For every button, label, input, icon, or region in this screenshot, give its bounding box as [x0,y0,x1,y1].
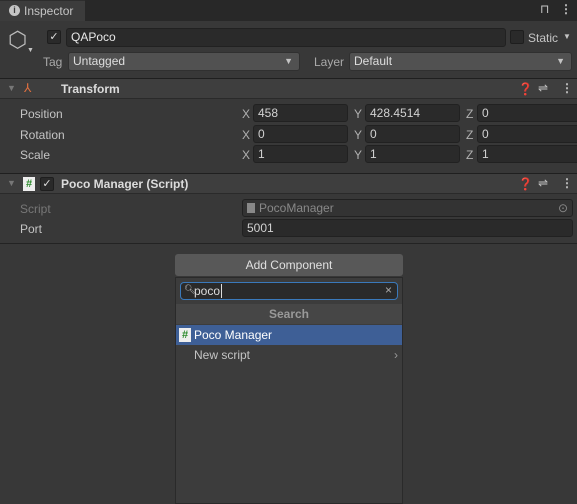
axis-label-x[interactable]: X [242,148,250,162]
x-field[interactable]: 1 [253,145,348,163]
more-menu-icon[interactable]: ⋮ [561,176,573,190]
tag-label: Tag [43,55,63,69]
add-component-popup: 🔍︎ poco × Search # Poco Manager New scri… [175,277,403,504]
object-picker-icon[interactable]: ⊙ [558,200,568,216]
list-item-poco-manager[interactable]: # Poco Manager [176,325,402,345]
item-label: New script [194,348,251,362]
lock-icon[interactable]: ⊓ [540,2,549,16]
axis-label-z[interactable]: Z [466,128,473,142]
active-checkbox[interactable]: ✓ [47,30,61,44]
axis-label-y[interactable]: Y [354,128,362,142]
component-title: Poco Manager (Script) [61,177,189,191]
layer-dropdown[interactable]: Default ▼ [349,52,572,71]
chevron-right-icon: › [394,348,398,362]
transform-row-label: Position [20,107,63,121]
script-file-icon [247,203,255,213]
axis-label-y[interactable]: Y [354,148,362,162]
port-label: Port [20,222,43,236]
add-component-label: Add Component [245,258,333,272]
object-name-input[interactable]: QAPoco [66,28,506,47]
search-value: poco [194,284,223,298]
component-search-input[interactable]: 🔍︎ poco × [180,282,398,300]
transform-header[interactable]: ▼ ⅄ Transform ❓ ⇌ ⋮ [0,78,577,99]
script-value: PocoManager [259,201,334,215]
x-field[interactable]: 0 [253,125,348,143]
y-field[interactable]: 428.4514 [365,104,460,122]
poco-manager-header[interactable]: ▼ # ✓ Poco Manager (Script) ❓ ⇌ ⋮ [0,173,577,194]
transform-icon: ⅄ [24,81,32,95]
transform-row-label: Rotation [20,128,65,142]
more-menu-icon[interactable]: ⋮ [561,81,573,95]
presets-icon[interactable]: ⇌ [538,176,548,190]
tag-dropdown[interactable]: Untagged ▼ [68,52,300,71]
transform-title: Transform [61,82,120,96]
foldout-arrow-icon[interactable]: ▼ [7,178,16,188]
x-field[interactable]: 458 [253,104,348,122]
script-hash-icon: # [23,177,35,191]
section-title: Search [268,307,310,321]
item-label: Poco Manager [194,328,273,342]
chevron-down-icon: ▼ [556,56,565,66]
more-menu-icon[interactable]: ⋮ [560,2,572,16]
gameobject-cube-icon[interactable]: ⬡ [8,27,27,53]
presets-icon[interactable]: ⇌ [538,81,548,95]
port-input[interactable]: 5001 [242,219,573,237]
info-icon: i [9,5,20,16]
axis-label-z[interactable]: Z [466,107,473,121]
script-field: PocoManager ⊙ [242,199,573,217]
add-component-button[interactable]: Add Component [175,254,403,276]
static-label[interactable]: Static [528,31,558,45]
component-enabled-checkbox[interactable]: ✓ [40,177,54,191]
tab-inspector[interactable]: i Inspector [0,0,85,21]
script-hash-icon: # [179,328,191,342]
layer-label: Layer [314,55,345,69]
z-field[interactable]: 0 [477,104,577,122]
tab-bar [0,0,577,21]
clear-search-icon[interactable]: × [385,283,392,297]
list-item-new-script[interactable]: New script › [176,345,402,365]
icon-dropdown-arrow[interactable]: ▼ [27,47,34,54]
static-checkbox[interactable] [510,30,524,44]
axis-label-y[interactable]: Y [354,107,362,121]
static-dropdown-arrow[interactable]: ▼ [563,32,571,41]
y-field[interactable]: 0 [365,125,460,143]
help-icon[interactable]: ❓ [518,82,533,96]
foldout-arrow-icon[interactable]: ▼ [7,83,16,93]
axis-label-x[interactable]: X [242,107,250,121]
z-field[interactable]: 1 [477,145,577,163]
chevron-down-icon: ▼ [284,56,293,66]
axis-label-x[interactable]: X [242,128,250,142]
help-icon[interactable]: ❓ [518,177,533,191]
script-label: Script [20,202,51,216]
transform-row-label: Scale [20,148,51,162]
axis-label-z[interactable]: Z [466,148,473,162]
divider [0,243,577,244]
layer-value: Default [354,54,393,68]
z-field[interactable]: 0 [477,125,577,143]
search-section-header: Search [176,304,402,324]
tab-title: Inspector [24,4,74,18]
tag-value: Untagged [73,54,126,68]
y-field[interactable]: 1 [365,145,460,163]
